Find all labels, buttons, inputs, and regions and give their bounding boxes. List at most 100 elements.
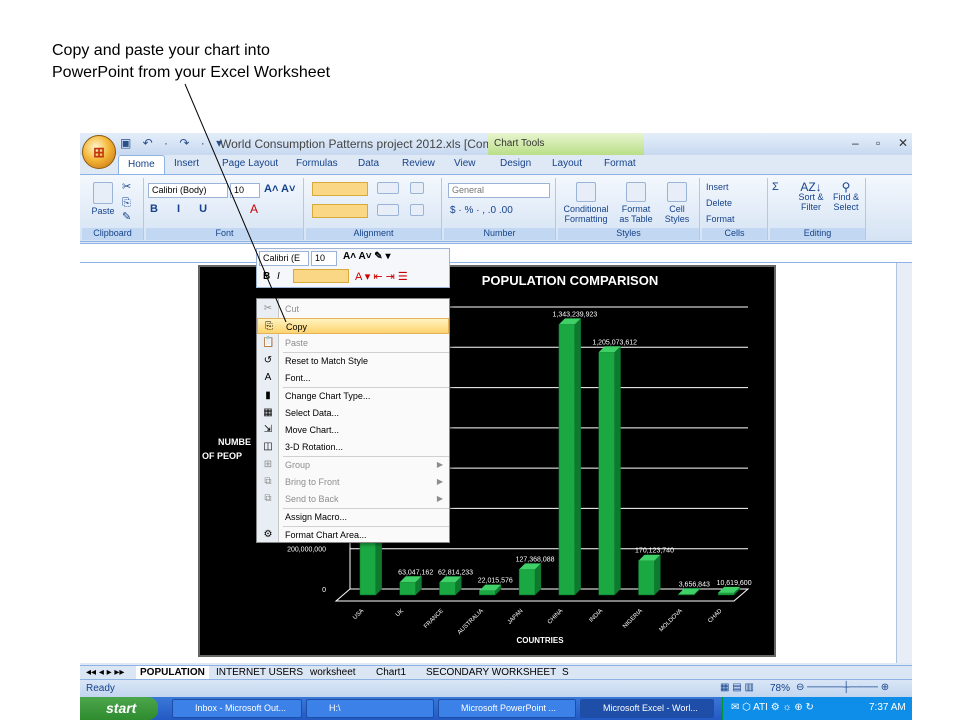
format-painter-icon[interactable]: ✎: [122, 212, 131, 223]
format-as-table-label: Format as Table: [619, 204, 653, 224]
start-button[interactable]: start: [80, 697, 158, 720]
tab-format[interactable]: Format: [604, 158, 636, 169]
vertical-scrollbar[interactable]: [896, 263, 912, 663]
context-menu-item[interactable]: 📋 Paste: [257, 335, 449, 351]
sheet-tab-worksheet[interactable]: worksheet: [306, 666, 360, 680]
context-menu-item[interactable]: ↺ Reset to Match Style: [257, 353, 449, 369]
context-menu-item[interactable]: ⚙ Format Chart Area...: [257, 527, 449, 543]
sheet-tab-population[interactable]: POPULATION: [136, 666, 209, 680]
wrap-text-icon[interactable]: [410, 182, 424, 196]
tab-design[interactable]: Design: [500, 158, 531, 169]
grow-font-icon[interactable]: A˄ A˅: [264, 184, 295, 195]
context-menu-item[interactable]: ◫ 3-D Rotation...: [257, 439, 449, 455]
menu-item-icon: ⧉: [264, 493, 272, 504]
context-menu: ✂ Cut ⎘ Copy 📋 Paste ↺ Reset to Match Style A Fon…: [256, 298, 450, 543]
font-size-select[interactable]: 10: [230, 183, 260, 198]
format-cells-button[interactable]: Format: [706, 214, 735, 224]
taskbar-excel[interactable]: Microsoft Excel - Worl...: [580, 699, 714, 718]
conditional-formatting-button[interactable]: Conditional Formatting: [560, 182, 612, 224]
mini-bold-button[interactable]: B: [263, 271, 270, 282]
number-format-buttons[interactable]: $ · % · , .0 .00: [450, 206, 513, 216]
mini-font-color-icon[interactable]: A ▾ ⇤ ⇥ ☰: [355, 270, 408, 283]
menu-item-icon: ⇲: [263, 424, 273, 435]
menu-item-label: 3-D Rotation...: [285, 442, 344, 452]
sheet-tab-s[interactable]: S: [558, 666, 573, 680]
tab-review[interactable]: Review: [402, 158, 435, 169]
cells-group: Insert Delete Format Cells: [702, 178, 768, 240]
merge-center-icon[interactable]: [410, 204, 424, 218]
sheet-tab-secondary-worksheet[interactable]: SECONDARY WORKSHEET: [422, 666, 560, 680]
quick-access-toolbar[interactable]: ▣ ↶ · ↷ · ▾: [120, 136, 226, 150]
cut-icon[interactable]: ✂: [122, 182, 131, 193]
taskbar-outlook[interactable]: Inbox - Microsoft Out...: [172, 699, 302, 718]
view-buttons-icon[interactable]: ▦ ▤ ▥: [720, 682, 754, 693]
font-color-icon[interactable]: A: [250, 203, 258, 215]
office-button[interactable]: ⊞: [82, 135, 116, 169]
format-as-table-button[interactable]: Format as Table: [616, 182, 656, 224]
tray-icons[interactable]: ✉ ⬡ ATI ⚙ ☼ ⊕ ↻: [731, 702, 814, 713]
tab-formulas[interactable]: Formulas: [296, 158, 338, 169]
find-select-button[interactable]: ⚲ Find & Select: [830, 181, 862, 212]
status-ready: Ready: [86, 683, 115, 694]
tab-insert[interactable]: Insert: [174, 158, 199, 169]
context-menu-item[interactable]: A Font...: [257, 370, 449, 386]
context-menu-item[interactable]: ⎘ Copy: [257, 318, 449, 334]
taskbar-powerpoint[interactable]: Microsoft PowerPoint ...: [438, 699, 576, 718]
tab-data[interactable]: Data: [358, 158, 379, 169]
mini-align-icon[interactable]: [293, 269, 349, 283]
data-label: 170,123,740: [635, 548, 674, 555]
context-menu-item[interactable]: ⇲ Move Chart...: [257, 422, 449, 438]
context-menu-item[interactable]: Assign Macro...: [257, 509, 449, 525]
context-menu-item[interactable]: ▦ Select Data...: [257, 405, 449, 421]
context-menu-item[interactable]: ⧉ Bring to Front ▶: [257, 474, 449, 490]
sheet-nav-icon[interactable]: ◂◂ ◂ ▸ ▸▸: [82, 666, 128, 680]
font-name-select[interactable]: Calibri (Body): [148, 183, 228, 198]
close-icon[interactable]: ✕: [898, 136, 908, 150]
submenu-arrow-icon: ▶: [436, 494, 443, 503]
menu-item-icon: [262, 511, 274, 523]
minimize-icon[interactable]: –: [852, 136, 859, 150]
zoom-slider[interactable]: ⊖ ─────┼──── ⊕: [796, 682, 889, 693]
copy-icon[interactable]: ⎘: [122, 198, 131, 209]
context-menu-item[interactable]: ⊞ Group ▶: [257, 457, 449, 473]
mini-size-select[interactable]: 10: [311, 251, 337, 266]
mini-grow-font-icon[interactable]: A˄ A˅ ✎ ▾: [343, 251, 391, 262]
orientation-icon[interactable]: [376, 182, 400, 196]
paste-button[interactable]: Paste: [88, 182, 118, 216]
sheet-tab-internet-users[interactable]: INTERNET USERS: [212, 666, 307, 680]
align-left-icon[interactable]: [312, 204, 368, 218]
number-format-select[interactable]: General: [448, 183, 550, 198]
insert-cells-button[interactable]: Insert: [706, 182, 729, 192]
formula-bar[interactable]: [80, 243, 912, 263]
autosum-icon[interactable]: Σ: [772, 182, 779, 193]
context-menu-item[interactable]: ▮ Change Chart Type...: [257, 388, 449, 404]
delete-cells-button[interactable]: Delete: [706, 198, 732, 208]
title-bar: ▣ ↶ · ↷ · ▾ World Consumption Patterns p…: [80, 133, 912, 155]
font-group: Calibri (Body) 10 A˄ A˅ B I U A Font: [146, 178, 304, 240]
menu-item-label: Copy: [286, 322, 308, 332]
cell-styles-button[interactable]: Cell Styles: [658, 182, 696, 224]
align-top-icon[interactable]: [312, 182, 368, 196]
sheet-tab-chart1[interactable]: Chart1: [372, 666, 410, 680]
context-menu-item[interactable]: ✂ Cut: [257, 301, 449, 317]
indent-icon[interactable]: [376, 204, 400, 218]
x-tick-label: MOLDOVA: [659, 608, 684, 633]
styles-group: Conditional Formatting Format as Table C…: [558, 178, 700, 240]
tab-layout[interactable]: Layout: [552, 158, 582, 169]
font-style-buttons[interactable]: B I U: [150, 204, 215, 215]
menu-item-icon: ↺: [263, 355, 273, 366]
tab-home[interactable]: Home: [118, 155, 165, 175]
alignment-group-label: Alignment: [306, 228, 441, 240]
styles-group-label: Styles: [558, 228, 699, 240]
tab-page-layout[interactable]: Page Layout: [222, 158, 278, 169]
menu-item-icon: ⚙: [263, 529, 273, 540]
context-menu-item[interactable]: ⧉ Send to Back ▶: [257, 491, 449, 507]
restore-icon[interactable]: ▫: [876, 136, 880, 150]
mini-italic-button[interactable]: I: [277, 271, 280, 282]
sort-filter-button[interactable]: AZ↓ Sort & Filter: [796, 181, 826, 212]
taskbar-drive-h[interactable]: H:\: [306, 699, 434, 718]
tab-view[interactable]: View: [454, 158, 476, 169]
menu-item-label: Group: [285, 460, 311, 470]
window-title: World Consumption Patterns project 2012.…: [220, 137, 510, 151]
mini-font-select[interactable]: Calibri (E: [259, 251, 309, 266]
